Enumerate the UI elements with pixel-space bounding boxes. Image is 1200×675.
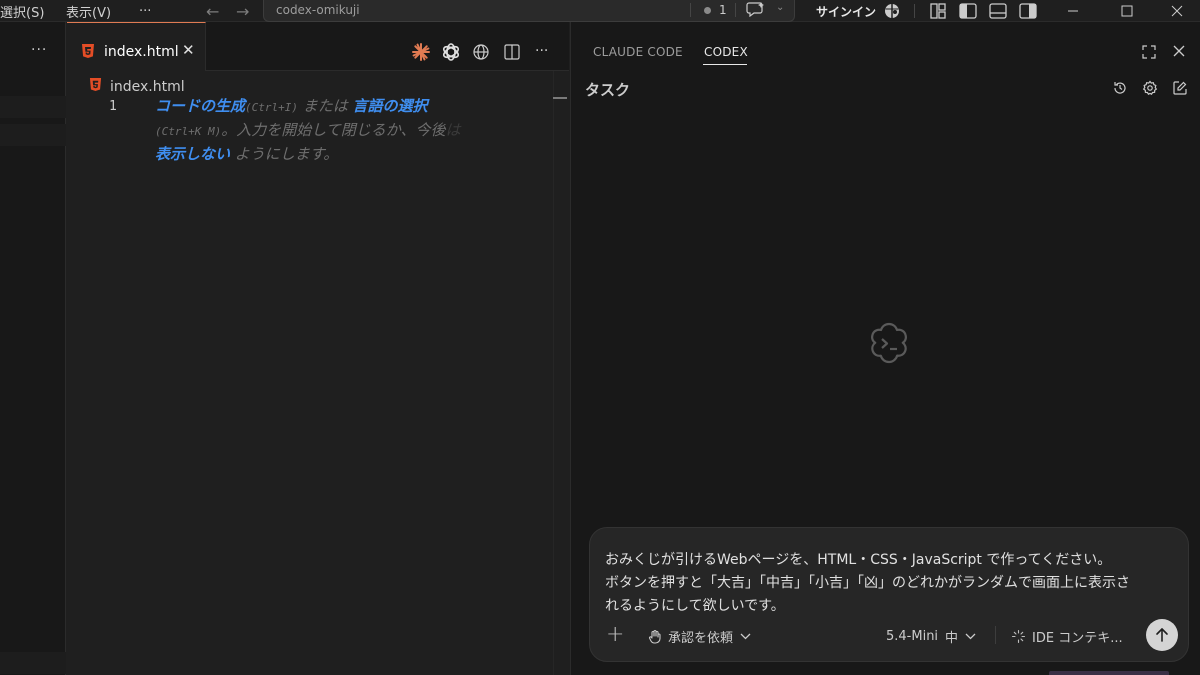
- chevron-down-icon[interactable]: ⌄: [776, 2, 784, 13]
- add-attachment-button[interactable]: +: [606, 622, 624, 647]
- layout-customize-icon[interactable]: [929, 0, 947, 22]
- sidebar-more-icon[interactable]: ···: [31, 42, 47, 58]
- titlebar-divider: [914, 4, 915, 18]
- close-panel-icon[interactable]: [1172, 44, 1186, 58]
- notification-count: 1: [719, 3, 727, 17]
- chevron-down-icon: [965, 633, 976, 640]
- notification-dot-icon: [704, 7, 711, 14]
- panel-bottom-indicator: [1049, 671, 1169, 675]
- tab-index-html[interactable]: index.html ✕: [67, 22, 206, 71]
- model-label: 5.4-Mini: [886, 629, 939, 644]
- editor-tab-bar: index.html ✕ ···: [67, 22, 569, 71]
- select-language-link[interactable]: 言語の選択: [353, 97, 428, 115]
- editor-empty-hint: コードの生成(Ctrl+I) または 言語の選択 (Ctrl+K M)。入力を開…: [155, 95, 523, 165]
- hint-text: 。入力を開始して閉じるか、今後: [221, 121, 446, 139]
- breadcrumb-file: index.html: [110, 78, 185, 95]
- shortcut-hint: (Ctrl+I): [245, 101, 298, 114]
- reasoning-level: 中: [945, 631, 959, 646]
- sidebar: ···: [0, 22, 66, 675]
- settings-icon[interactable]: [1142, 80, 1158, 96]
- history-icon[interactable]: [1112, 80, 1128, 96]
- shortcut-hint: (Ctrl+K M): [155, 125, 222, 138]
- signin-button[interactable]: サインイン: [816, 0, 876, 22]
- task-title: タスク: [585, 81, 631, 99]
- approval-mode-label: 承認を依頼: [668, 631, 734, 646]
- menu-selection[interactable]: 選択(S): [0, 0, 44, 22]
- minimap-divider: [553, 71, 554, 675]
- ide-context-label: IDE コンテキ...: [1032, 631, 1123, 646]
- html5-icon: [89, 77, 102, 96]
- tab-codex[interactable]: CODEX: [704, 45, 748, 59]
- toggle-primary-sidebar-icon[interactable]: [958, 0, 978, 22]
- command-center[interactable]: codex-omikuji 1 ⌄: [263, 0, 795, 22]
- more-actions-icon[interactable]: ···: [535, 41, 548, 61]
- hint-text-faded: は: [445, 121, 461, 139]
- breadcrumb[interactable]: index.html: [89, 77, 185, 96]
- forward-arrow-icon[interactable]: →: [236, 0, 249, 22]
- arrow-up-icon: [1155, 627, 1169, 643]
- composer: おみくじが引けるWebページを、HTML・CSS・JavaScript で作って…: [589, 527, 1189, 662]
- new-task-icon[interactable]: [1172, 80, 1188, 96]
- command-center-label: codex-omikuji: [276, 3, 360, 17]
- tab-label: index.html: [104, 44, 179, 60]
- maximize-panel-icon[interactable]: [1141, 44, 1157, 60]
- toggle-panel-icon[interactable]: [988, 0, 1008, 22]
- chat-icon[interactable]: [746, 1, 766, 21]
- scrollbar-thumb[interactable]: [553, 97, 567, 99]
- back-arrow-icon[interactable]: ←: [206, 0, 219, 22]
- send-button[interactable]: [1146, 619, 1178, 651]
- html5-icon: [81, 43, 95, 63]
- dont-show-link[interactable]: 表示しない: [155, 145, 230, 163]
- hand-icon: [648, 629, 662, 644]
- sidebar-row[interactable]: [0, 652, 66, 674]
- secondary-sidebar: CLAUDE CODE CODEX タスク おみくじが引けるWebページを、HT…: [570, 22, 1200, 675]
- hint-text: ようにします。: [230, 145, 339, 163]
- command-center-divider: [735, 3, 736, 17]
- prompt-input[interactable]: おみくじが引けるWebページを、HTML・CSS・JavaScript で作って…: [605, 549, 1180, 618]
- generate-code-link[interactable]: コードの生成: [155, 97, 245, 115]
- title-bar: 選択(S) 表示(V) ··· ← → codex-omikuji 1 ⌄ サイ…: [0, 0, 1200, 22]
- composer-divider: [995, 626, 996, 644]
- model-select[interactable]: 5.4-Mini 中: [886, 627, 976, 646]
- close-tab-icon[interactable]: ✕: [182, 41, 195, 59]
- openai-icon[interactable]: [441, 42, 461, 62]
- claude-icon[interactable]: [411, 42, 431, 62]
- hint-text: または: [298, 97, 353, 115]
- ide-context-toggle[interactable]: IDE コンテキ...: [1011, 627, 1123, 646]
- approval-mode-select[interactable]: 承認を依頼: [648, 627, 751, 646]
- command-center-divider: [690, 3, 691, 17]
- chevron-down-icon: [740, 633, 751, 640]
- maximize-icon[interactable]: [1104, 0, 1150, 22]
- copilot-icon[interactable]: [883, 0, 901, 22]
- sidebar-row[interactable]: [0, 96, 66, 118]
- split-editor-icon[interactable]: [503, 42, 521, 62]
- line-number: 1: [109, 99, 117, 114]
- codex-logo-icon: [864, 319, 914, 373]
- editor-group: index.html ✕ ··· index.html 1 コードの生成(Ctr…: [67, 22, 569, 675]
- sparkle-icon: [1011, 629, 1026, 644]
- globe-icon[interactable]: [472, 42, 490, 62]
- toggle-secondary-sidebar-icon[interactable]: [1018, 0, 1038, 22]
- close-window-icon[interactable]: [1154, 0, 1200, 22]
- menu-more[interactable]: ···: [139, 0, 151, 22]
- tab-claude-code[interactable]: CLAUDE CODE: [593, 45, 683, 59]
- active-tab-indicator: [703, 64, 747, 65]
- menu-view[interactable]: 表示(V): [66, 0, 111, 22]
- sidebar-row[interactable]: [0, 124, 66, 146]
- minimize-icon[interactable]: [1050, 0, 1096, 22]
